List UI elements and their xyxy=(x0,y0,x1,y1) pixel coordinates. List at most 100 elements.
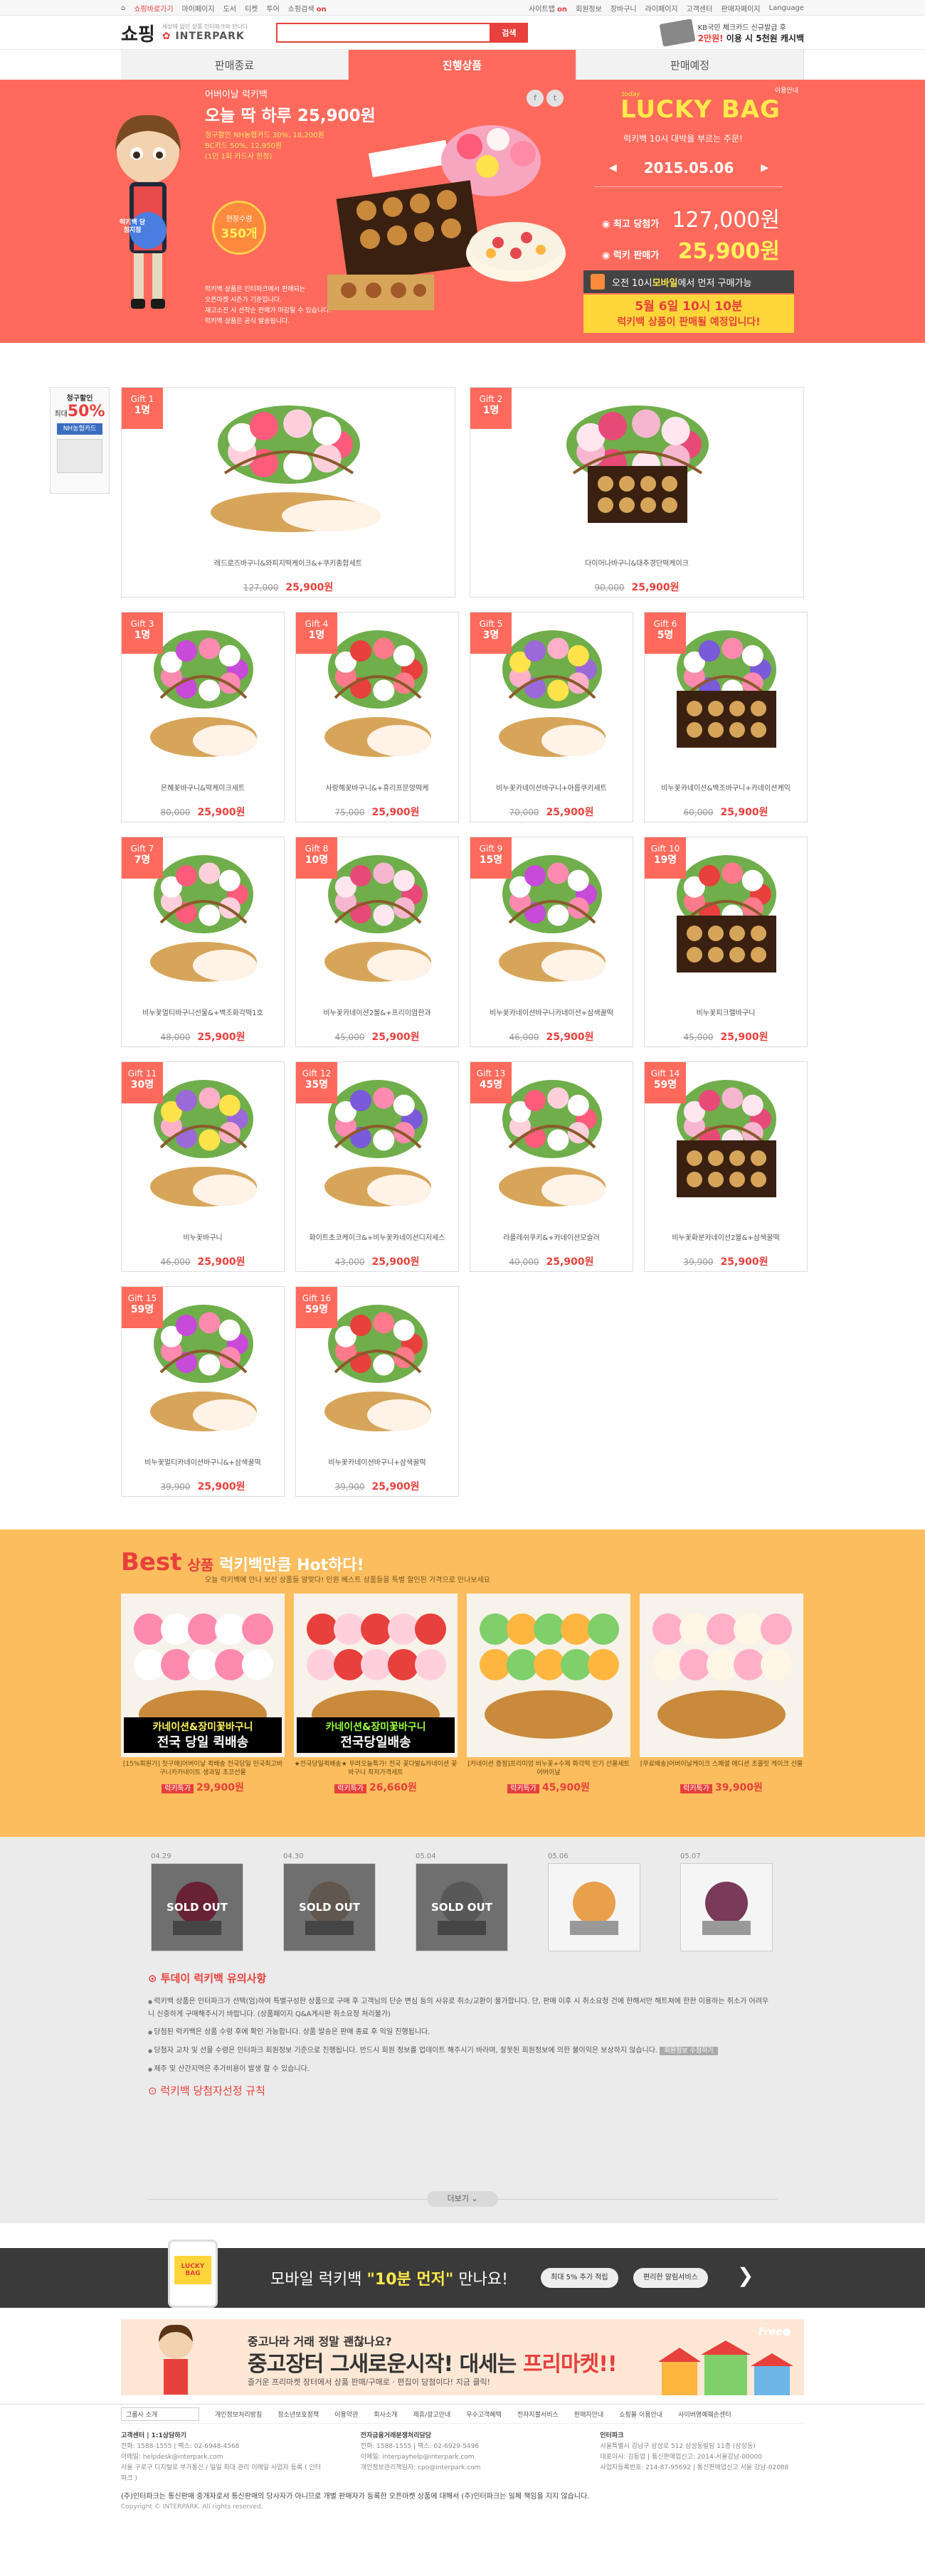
mobile-app-banner[interactable]: LUCKY BAG 모바일 럭키백 "10분 먼저" 만나요! 최대 5% 추가… xyxy=(0,2240,925,2308)
footer-link[interactable]: 사이버명예훼손센터 xyxy=(678,2410,731,2419)
twitter-share-icon[interactable]: t xyxy=(546,90,564,107)
history-date: 04.30 xyxy=(283,1853,304,1860)
footer-company-column: 인터파크 서울특별시 강남구 삼성로 512 삼성동빌딩 11층 (삼성동) 대… xyxy=(600,2432,789,2471)
gift-card[interactable]: Gift 8 10명 비누꽃카네이션2볼&+프리미엄한과 45,000 25,900… xyxy=(295,837,459,1047)
util-link-ticket[interactable]: 티켓 xyxy=(245,3,258,14)
credit-card-icon xyxy=(57,439,102,473)
util-link-shopping[interactable]: 쇼핑바로가기 xyxy=(134,3,173,14)
language-select[interactable]: Language xyxy=(769,4,804,12)
notice-item: 제주 및 산간지역은 추가비용이 발생 할 수 있습니다. xyxy=(148,2063,774,2076)
mascot-girl-image xyxy=(115,115,181,309)
gift-card[interactable]: Gift 14 59명 비누꽃화분카네이션2볼&+삼색꿀떡 39,900 25,90… xyxy=(644,1061,808,1272)
gift-card[interactable]: Gift 10 19명 비누꽃피크렐바구니 45,000 25,900원 xyxy=(644,837,808,1047)
tab-ongoing[interactable]: 진행상품 xyxy=(349,50,576,80)
home-icon[interactable]: ⌂ xyxy=(121,4,125,12)
past-lucky-bag[interactable]: 04.29 SOLD OUT xyxy=(151,1853,243,1951)
util-link-search[interactable]: 쇼핑검색 on xyxy=(288,3,327,14)
search-button[interactable]: 검색 xyxy=(490,23,529,43)
gift-rank-badge: Gift 11 30명 xyxy=(122,1062,163,1103)
lucky-price-row: ◉ 럭키 판매가 25,900원 xyxy=(602,239,780,264)
product-image xyxy=(467,1594,630,1757)
logo[interactable]: 쇼핑 세상에 없던 상품 인터파크와 만나다 ✿ INTERPARK xyxy=(121,20,248,46)
gift-card[interactable]: Gift 11 30명 비누꽃바구니 46,000 25,900원 xyxy=(121,1061,285,1272)
product-price: 럭키특가 39,900원 xyxy=(640,1780,803,1794)
footer-link[interactable]: 우수고객혜택 xyxy=(466,2410,502,2419)
next-date-button[interactable]: ▶ xyxy=(761,162,768,174)
kb-card-banner[interactable]: KB국민 체크카드 신규발급 후 2만원! 이용 시 5천원 캐시백 xyxy=(659,18,804,47)
footer-link[interactable]: 청소년보호정책 xyxy=(278,2410,319,2419)
product-desc: ★전국당일퀵배송★ 무려오늘특가! 전국 꽃다발&카네이션 꽃바구니 최저가격세… xyxy=(294,1761,458,1776)
gift-card[interactable]: Gift 4 1명 사랑해꽃바구니&+휴리프문양떡케 75,000 25,900원 xyxy=(295,612,459,822)
product-name: 사랑해꽃바구니&+휴리프문양떡케 xyxy=(325,785,429,793)
sold-out-overlay: SOLD OUT xyxy=(416,1864,507,1951)
history-image: SOLD OUT xyxy=(416,1863,508,1951)
alert-icon: ⊙ xyxy=(148,2084,161,2097)
history-date: 05.07 xyxy=(680,1853,701,1860)
product-name: 비누꽃멀티카네이션바구니&+삼색꿀떡 xyxy=(144,1459,261,1467)
product-name: 비누꽃카네이션바구니카네이션+삼색꿀떡 xyxy=(490,1009,613,1017)
gift-card[interactable]: Gift 5 3명 비누꽃카네이션바구니+아름쿠키세트 70,000 25,900원 xyxy=(470,612,633,822)
gift-card[interactable]: Gift 1 1명 레드로즈바구니&와피지떡케이크&+쿠키종합세트 127,000… xyxy=(121,387,455,598)
footer-link[interactable]: 제휴/광고안내 xyxy=(413,2410,450,2419)
util-link-tour[interactable]: 투어 xyxy=(266,3,279,14)
footer-link[interactable]: 회사소개 xyxy=(374,2410,397,2419)
guide-link[interactable]: 이용안내 xyxy=(775,85,798,95)
gift-card[interactable]: Gift 3 1명 은혜꽃바구니&떡케이크세트 80,000 25,900원 xyxy=(121,612,285,822)
gift-card[interactable]: Gift 16 59명 비누꽃카네이션바구니+삼색꿀떡 39,900 25,900원 xyxy=(295,1286,459,1497)
product-name: 다이어나바구니&대추경단떡케이크 xyxy=(585,560,689,568)
best-product-card[interactable]: 카네이션&장미꽃바구니 전국 당일 퀵배송 [15%회원가] 첫구매]어버이날 퀵… xyxy=(121,1594,285,1807)
prev-date-button[interactable]: ◀ xyxy=(609,162,617,174)
gift-card[interactable]: Gift 9 15명 비누꽃카네이션바구니카네이션+삼색꿀떡 46,000 25,9… xyxy=(470,837,633,1047)
winner-rule-link[interactable]: ⊙ 럭키백 당첨자선정 규칙 xyxy=(148,2083,774,2098)
sale-tabs: 판매종료 진행상품 판매예정 xyxy=(121,50,804,80)
gift-rank-badge: Gift 9 15명 xyxy=(470,837,512,879)
best-product-card[interactable]: 카네이션&장미꽃바구니 전국당일배송 ★전국당일퀵배송★ 무려오늘특가! 전국 꽃… xyxy=(294,1594,458,1807)
util-link-mypage[interactable]: 마이페이지 xyxy=(182,3,215,14)
tab-ended[interactable]: 판매종료 xyxy=(121,50,349,80)
group-select[interactable]: 그룹사 소개 xyxy=(121,2407,199,2421)
gift-card[interactable]: Gift 15 59명 비누꽃멀티카네이션바구니&+삼색꿀떡 39,900 25,9… xyxy=(121,1286,285,1497)
footer-link[interactable]: 전자지불서비스 xyxy=(517,2410,559,2419)
facebook-share-icon[interactable]: f xyxy=(527,90,544,107)
gift-card[interactable]: Gift 13 45명 라플레쉬쿠키&+카네이션모슬러 40,000 25,900원 xyxy=(470,1061,633,1272)
product-price: 럭키특가 29,900원 xyxy=(121,1780,285,1794)
gift-card[interactable]: Gift 6 5명 비누꽃카네이션&백조바구니+카네이션케익 60,000 25,9… xyxy=(644,612,808,822)
product-image xyxy=(640,1594,803,1757)
member-edit-button[interactable]: 회원정보 수정하기 xyxy=(660,2047,718,2055)
util-link-books[interactable]: 도서 xyxy=(223,3,236,14)
util-link-member[interactable]: 회원정보 xyxy=(576,3,602,14)
current-date: 2015.05.06 xyxy=(643,159,734,176)
tab-upcoming[interactable]: 판매예정 xyxy=(576,50,804,80)
gift-rank-badge: Gift 2 1명 xyxy=(470,388,512,429)
footer-link[interactable]: 판매자안내 xyxy=(574,2410,603,2419)
best-product-card[interactable]: [카네이션 증정]프리미엄 비누꽃+수제 화각떡 인기 선물세트 어버이날 럭키… xyxy=(467,1594,630,1807)
util-link-cart[interactable]: 장바구니 xyxy=(610,3,637,14)
past-lucky-bag[interactable]: 05.06 xyxy=(548,1853,640,1951)
free-market-banner[interactable]: 중고나라 거래 정말 괜찮나요? 중고장터 그새로운시작! 대세는 프리마켓!!… xyxy=(121,2319,804,2395)
notice-item: 당첨된 럭키백은 상품 수령 후에 확인 가능합니다. 상품 발송은 판매 종료… xyxy=(148,2026,774,2039)
util-link-sitemap[interactable]: 사이트맵 on xyxy=(529,3,567,14)
past-lucky-bag[interactable]: 05.04 SOLD OUT xyxy=(416,1853,508,1951)
product-image xyxy=(467,1594,630,1757)
footer-link[interactable]: 개인정보처리방침 xyxy=(215,2410,262,2419)
util-link-lifepage[interactable]: 라이페이지 xyxy=(645,3,678,14)
search-input[interactable] xyxy=(276,23,490,43)
past-lucky-bag[interactable]: 05.07 xyxy=(680,1853,773,1951)
gift-card[interactable]: Gift 12 35명 화이트초코케이크&+비누꽃카네이션디저세스 43,000 2… xyxy=(295,1061,459,1272)
product-image: 카네이션&장미꽃바구니 전국 당일 퀵배송 xyxy=(121,1594,285,1757)
past-lucky-bag[interactable]: 04.30 SOLD OUT xyxy=(283,1853,376,1951)
product-name: 비누꽃화분카네이션2볼&+삼색꿀떡 xyxy=(672,1234,780,1242)
gift-card[interactable]: Gift 2 1명 다이어나바구니&대추경단떡케이크 90,000 25,900원 xyxy=(470,387,804,598)
util-link-seller[interactable]: 판매자페이지 xyxy=(721,3,760,14)
best-product-card[interactable]: [무료배송]어버이날케이크 스페셜 에디션 초콜릿 케이크 선물 럭키특가 39,… xyxy=(640,1594,803,1807)
pickup-count-badge: 현장수령 350개 xyxy=(212,201,266,255)
more-button[interactable]: 더보기 ⌄ xyxy=(427,2191,498,2207)
card-discount-side-ad[interactable]: 청구할인 최대50% NH농협카드 xyxy=(50,387,110,494)
util-link-cs[interactable]: 고객센터 xyxy=(687,3,713,14)
product-desc: [15%회원가] 첫구매]어버이날 퀵배송 전국당일 민국최고바구니카카네이트 … xyxy=(122,1761,283,1776)
gift-card[interactable]: Gift 7 7명 비누꽃멀티바구니선물&+백조화각떡1호 48,000 25,90… xyxy=(121,837,285,1047)
product-desc: [무료배송]어버이날케이크 스페셜 에디션 초콜릿 케이크 선물 xyxy=(640,1761,803,1768)
footer-link[interactable]: 이용약관 xyxy=(334,2410,358,2419)
footer-link[interactable]: 쇼핑몰 이용안내 xyxy=(619,2410,662,2419)
gift-rank-badge: Gift 10 19명 xyxy=(645,837,686,879)
